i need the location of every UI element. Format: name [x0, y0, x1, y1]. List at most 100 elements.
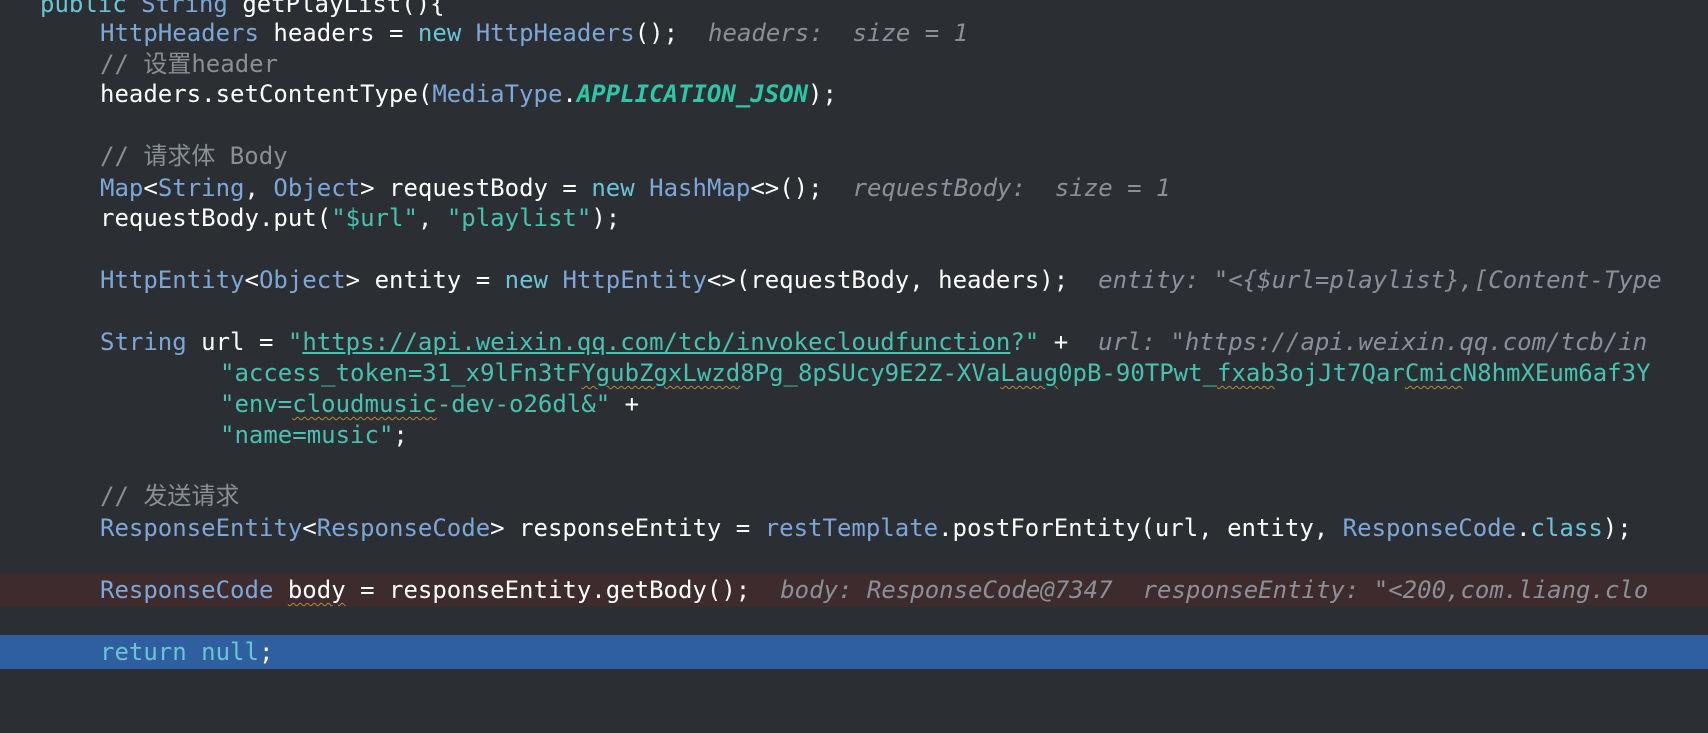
- var-responseentity: responseEntity: [519, 514, 722, 542]
- code-line-name[interactable]: "name=music";: [0, 418, 1708, 452]
- keyword-new: new: [504, 266, 548, 294]
- code-line-comment-header[interactable]: // 设置header: [0, 47, 1708, 81]
- var-headers: headers: [273, 19, 375, 47]
- angle-open: <: [143, 174, 158, 202]
- string-literal: "access_token=31_x9lFn3tF: [220, 359, 582, 387]
- ctor-httpentity: HttpEntity: [562, 266, 707, 294]
- plus-op: +: [610, 390, 640, 418]
- code-line-comment-send[interactable]: // 发送请求: [0, 479, 1708, 513]
- code-comment: // 发送请求: [100, 482, 240, 510]
- angle-open: <: [302, 514, 317, 542]
- method-call: .setContentType(: [201, 80, 433, 108]
- string-literal: 3ojJt7Qar: [1274, 359, 1405, 387]
- punctuation: <>();: [750, 174, 823, 202]
- code-line-response-entity[interactable]: ResponseEntity<ResponseCode> responseEnt…: [0, 511, 1708, 545]
- var-headers: headers: [100, 80, 202, 108]
- code-line-headers-decl[interactable]: HttpHeaders headers = new HttpHeaders();…: [0, 16, 1708, 50]
- keyword-new: new: [591, 174, 635, 202]
- assign-op: =: [244, 328, 288, 356]
- punctuation: ;: [258, 638, 274, 666]
- spelling-warning: Laug: [1000, 359, 1059, 387]
- punctuation: );: [1602, 514, 1632, 542]
- debug-inline-hint: responseEntity: "<200,com.liang.clo: [1142, 576, 1649, 604]
- spelling-warning: fxab: [1217, 359, 1275, 387]
- debug-inline-hint: entity: "<{$url=playlist},[Content-Type: [1098, 266, 1662, 294]
- punctuation: ;: [393, 421, 408, 449]
- type-string: String: [157, 174, 245, 202]
- ctor-hashmap: HashMap: [649, 174, 751, 202]
- var-requestbody: requestBody: [389, 174, 548, 202]
- ctor-httpheaders: HttpHeaders: [475, 19, 635, 47]
- type-object: Object: [273, 174, 361, 202]
- code-line-get-body-breakpoint[interactable]: ResponseCode body = responseEntity.getBo…: [0, 573, 1708, 607]
- type-object: Object: [258, 266, 346, 294]
- type-map: Map: [100, 174, 144, 202]
- type-responseentity: ResponseEntity: [100, 514, 303, 542]
- code-line-set-content-type[interactable]: headers.setContentType(MediaType.APPLICA…: [0, 77, 1708, 111]
- spelling-warning: YgubZgxLwzd: [581, 359, 741, 387]
- comma: ,: [244, 174, 274, 202]
- debug-inline-hint: requestBody: size = 1: [852, 174, 1171, 202]
- keyword-null: null: [201, 638, 259, 666]
- punctuation: );: [808, 80, 837, 108]
- code-line-url-decl[interactable]: String url = "https://api.weixin.qq.com/…: [0, 325, 1708, 359]
- code-line-access-token[interactable]: "access_token=31_x9lFn3tFYgubZgxLwzd8Pg_…: [0, 356, 1708, 390]
- code-line-return-execution-point[interactable]: return null;: [0, 635, 1708, 669]
- keyword-class: class: [1530, 514, 1603, 542]
- assign-op: =: [461, 266, 505, 294]
- keyword-return: return: [100, 638, 187, 666]
- var-entity: entity: [374, 266, 462, 294]
- type-string: String: [100, 328, 187, 356]
- code-line-requestbody-put[interactable]: requestBody.put("$url", "playlist");: [0, 201, 1708, 235]
- spelling-warning: cloudmusic: [292, 390, 437, 418]
- type-responsecode: ResponseCode: [100, 576, 274, 604]
- method-call: responseEntity.getBody();: [389, 576, 751, 604]
- method-call: .put(: [258, 204, 332, 232]
- code-editor[interactable]: public String getPlayList(){ HttpHeaders…: [0, 0, 1708, 733]
- type-httpentity: HttpEntity: [100, 266, 245, 294]
- field-resttemplate: restTemplate: [764, 514, 939, 542]
- url-link[interactable]: https://api.weixin.qq.com/tcb/invokeclou…: [302, 328, 1010, 356]
- code-comment: // 请求体 Body: [100, 142, 288, 170]
- type-responsecode: ResponseCode: [316, 514, 491, 542]
- method-call: .postForEntity(url, entity,: [938, 514, 1343, 542]
- string-quote: ": [287, 328, 303, 356]
- assign-op: =: [547, 174, 592, 202]
- dot: .: [1516, 514, 1531, 542]
- debug-inline-hint: url: "https://api.weixin.qq.com/tcb/in: [1098, 328, 1648, 356]
- punctuation: <>(requestBody, headers);: [706, 266, 1069, 294]
- plus-op: +: [1039, 328, 1069, 356]
- string-literal: "env=: [220, 390, 293, 418]
- assign-op: =: [721, 514, 765, 542]
- constant-application-json: APPLICATION_JSON: [576, 80, 809, 108]
- punctuation: );: [591, 204, 621, 232]
- angle-close: >: [360, 174, 390, 202]
- angle-close: >: [490, 514, 520, 542]
- code-line-requestbody-decl[interactable]: Map<String, Object> requestBody = new Ha…: [0, 171, 1708, 205]
- type-responsecode: ResponseCode: [1342, 514, 1517, 542]
- code-line-env[interactable]: "env=cloudmusic-dev-o26dl&" +: [0, 387, 1708, 421]
- keyword-new: new: [417, 19, 462, 47]
- code-line-entity-decl[interactable]: HttpEntity<Object> entity = new HttpEnti…: [0, 263, 1708, 297]
- debug-inline-hint: body: ResponseCode@7347: [780, 576, 1113, 604]
- type-mediatype: MediaType: [432, 80, 563, 108]
- spelling-warning: Cmic: [1404, 359, 1463, 387]
- string-literal: "name=music": [220, 421, 394, 449]
- var-body: body: [287, 576, 346, 604]
- string-literal: ?": [1010, 328, 1040, 356]
- string-literal: 8Pg_8pSUcy9E2Z-XVa: [740, 359, 1001, 387]
- string-literal: -dev-o26dl&": [436, 390, 611, 418]
- type-httpheaders: HttpHeaders: [100, 19, 259, 47]
- angle-open: <: [244, 266, 259, 294]
- dot: .: [562, 80, 577, 108]
- var-requestbody: requestBody: [100, 204, 259, 232]
- var-url: url: [201, 328, 245, 356]
- string-literal: 0pB-90TPwt_: [1058, 359, 1218, 387]
- comma: ,: [417, 204, 447, 232]
- string-literal: "playlist": [446, 204, 592, 232]
- string-literal: N8hmXEum6af3Y: [1462, 359, 1651, 387]
- code-line-comment-body[interactable]: // 请求体 Body: [0, 139, 1708, 173]
- string-literal: "$url": [331, 204, 418, 232]
- code-comment: // 设置header: [100, 50, 279, 78]
- angle-close: >: [345, 266, 375, 294]
